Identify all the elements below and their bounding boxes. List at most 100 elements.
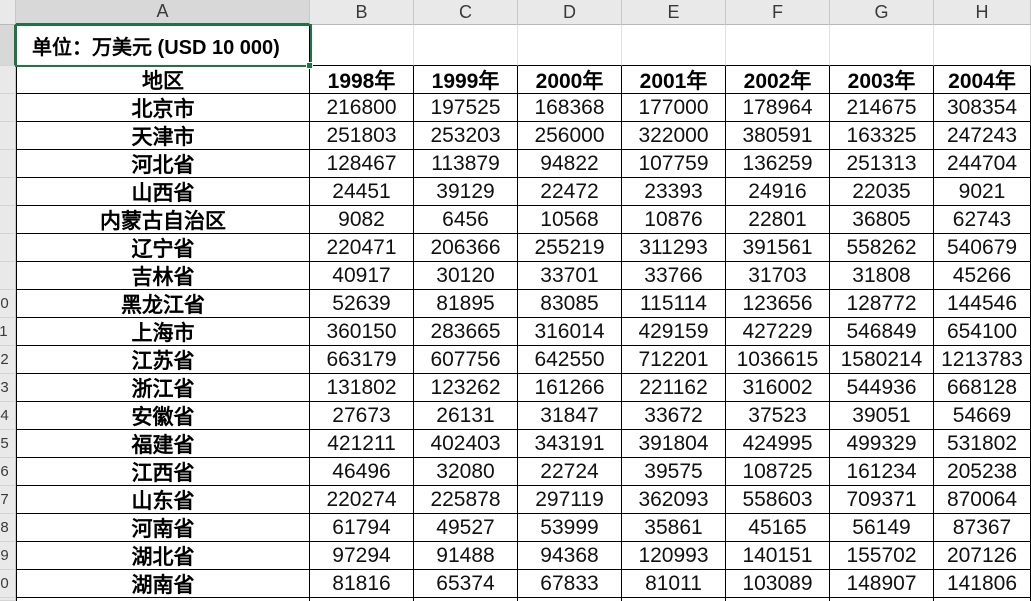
value-cell[interactable]: 709371 — [830, 486, 934, 514]
value-cell[interactable]: 22724 — [518, 458, 622, 486]
region-cell[interactable]: 辽宁省 — [16, 234, 310, 262]
value-cell[interactable]: 424995 — [726, 430, 830, 458]
value-cell[interactable]: 49527 — [414, 514, 518, 542]
value-cell[interactable]: 81011 — [622, 570, 726, 598]
region-cell[interactable]: 湖北省 — [16, 542, 310, 570]
row-header-4[interactable] — [0, 122, 16, 150]
empty-cell[interactable] — [726, 25, 830, 66]
table-header-region[interactable]: 地区 — [16, 66, 310, 94]
table-header-year[interactable]: 2002年 — [726, 66, 830, 94]
column-header-h[interactable]: H — [934, 0, 1031, 25]
value-cell[interactable]: 31847 — [518, 402, 622, 430]
region-cell[interactable]: 江苏省 — [16, 346, 310, 374]
value-cell[interactable]: 1036615 — [726, 346, 830, 374]
value-cell[interactable]: 214675 — [830, 94, 934, 122]
value-cell[interactable]: 31703 — [726, 262, 830, 290]
value-cell[interactable]: 107759 — [622, 150, 726, 178]
value-cell[interactable]: 39051 — [830, 402, 934, 430]
region-cell[interactable]: 山西省 — [16, 178, 310, 206]
value-cell[interactable]: 178964 — [726, 94, 830, 122]
column-header-d[interactable]: D — [518, 0, 622, 25]
select-all-corner[interactable] — [0, 0, 16, 25]
row-header-13[interactable]: 13 — [0, 374, 16, 402]
value-cell[interactable]: 123656 — [726, 290, 830, 318]
table-header-year[interactable]: 2000年 — [518, 66, 622, 94]
value-cell[interactable]: 128467 — [310, 150, 414, 178]
row-header-2[interactable] — [0, 66, 16, 94]
row-header-16[interactable]: 16 — [0, 458, 16, 486]
value-cell[interactable]: 97294 — [310, 542, 414, 570]
value-cell[interactable]: 54669 — [934, 402, 1031, 430]
value-cell[interactable]: 26131 — [414, 402, 518, 430]
empty-cell[interactable] — [310, 25, 414, 66]
value-cell[interactable]: 429159 — [622, 318, 726, 346]
value-cell[interactable]: 283665 — [414, 318, 518, 346]
value-cell[interactable]: 30120 — [414, 262, 518, 290]
value-cell[interactable]: 81895 — [414, 290, 518, 318]
value-cell[interactable]: 65374 — [414, 570, 518, 598]
value-cell[interactable]: 1580214 — [830, 346, 934, 374]
value-cell[interactable]: 108725 — [726, 458, 830, 486]
column-header-g[interactable]: G — [830, 0, 934, 25]
value-cell[interactable]: 540679 — [934, 234, 1031, 262]
empty-cell[interactable] — [934, 25, 1031, 66]
value-cell[interactable]: 37523 — [726, 402, 830, 430]
value-cell[interactable]: 247243 — [934, 122, 1031, 150]
row-header-10[interactable]: 10 — [0, 290, 16, 318]
value-cell[interactable]: 31808 — [830, 262, 934, 290]
value-cell[interactable]: 311293 — [622, 234, 726, 262]
row-header-18[interactable]: 18 — [0, 514, 16, 542]
value-cell[interactable]: 94368 — [518, 542, 622, 570]
region-cell[interactable]: 河南省 — [16, 514, 310, 542]
empty-cell[interactable] — [830, 25, 934, 66]
value-cell[interactable]: 56149 — [830, 514, 934, 542]
value-cell[interactable]: 251313 — [830, 150, 934, 178]
value-cell[interactable]: 24916 — [726, 178, 830, 206]
value-cell[interactable]: 81816 — [310, 570, 414, 598]
table-header-year[interactable]: 1998年 — [310, 66, 414, 94]
value-cell[interactable]: 46496 — [310, 458, 414, 486]
region-cell[interactable]: 安徽省 — [16, 402, 310, 430]
value-cell[interactable]: 9021 — [934, 178, 1031, 206]
region-cell[interactable]: 福建省 — [16, 430, 310, 458]
column-header-f[interactable]: F — [726, 0, 830, 25]
value-cell[interactable]: 362093 — [622, 486, 726, 514]
value-cell[interactable]: 308354 — [934, 94, 1031, 122]
value-cell[interactable]: 253203 — [414, 122, 518, 150]
value-cell[interactable]: 27673 — [310, 402, 414, 430]
value-cell[interactable]: 255219 — [518, 234, 622, 262]
value-cell[interactable]: 244704 — [934, 150, 1031, 178]
value-cell[interactable]: 40917 — [310, 262, 414, 290]
value-cell[interactable]: 33672 — [622, 402, 726, 430]
row-header-14[interactable]: 14 — [0, 402, 16, 430]
value-cell[interactable]: 1213783 — [934, 346, 1031, 374]
row-header-15[interactable]: 15 — [0, 430, 16, 458]
value-cell[interactable]: 39129 — [414, 178, 518, 206]
value-cell[interactable]: 360150 — [310, 318, 414, 346]
fill-handle[interactable] — [306, 62, 313, 69]
value-cell[interactable]: 663179 — [310, 346, 414, 374]
value-cell[interactable]: 45165 — [726, 514, 830, 542]
value-cell[interactable]: 197525 — [414, 94, 518, 122]
region-cell[interactable]: 山东省 — [16, 486, 310, 514]
row-header-11[interactable]: 11 — [0, 318, 16, 346]
value-cell[interactable]: 163325 — [830, 122, 934, 150]
value-cell[interactable]: 220274 — [310, 486, 414, 514]
value-cell[interactable]: 322000 — [622, 122, 726, 150]
value-cell[interactable]: 10568 — [518, 206, 622, 234]
table-header-year[interactable]: 2003年 — [830, 66, 934, 94]
value-cell[interactable]: 642550 — [518, 346, 622, 374]
value-cell[interactable]: 33766 — [622, 262, 726, 290]
value-cell[interactable]: 316014 — [518, 318, 622, 346]
region-cell[interactable]: 浙江省 — [16, 374, 310, 402]
value-cell[interactable]: 23393 — [622, 178, 726, 206]
region-cell[interactable]: 湖南省 — [16, 570, 310, 598]
value-cell[interactable]: 207126 — [934, 542, 1031, 570]
column-header-e[interactable]: E — [622, 0, 726, 25]
value-cell[interactable]: 22035 — [830, 178, 934, 206]
value-cell[interactable]: 205238 — [934, 458, 1031, 486]
value-cell[interactable]: 225878 — [414, 486, 518, 514]
empty-cell[interactable] — [518, 25, 622, 66]
value-cell[interactable]: 141806 — [934, 570, 1031, 598]
value-cell[interactable]: 6456 — [414, 206, 518, 234]
